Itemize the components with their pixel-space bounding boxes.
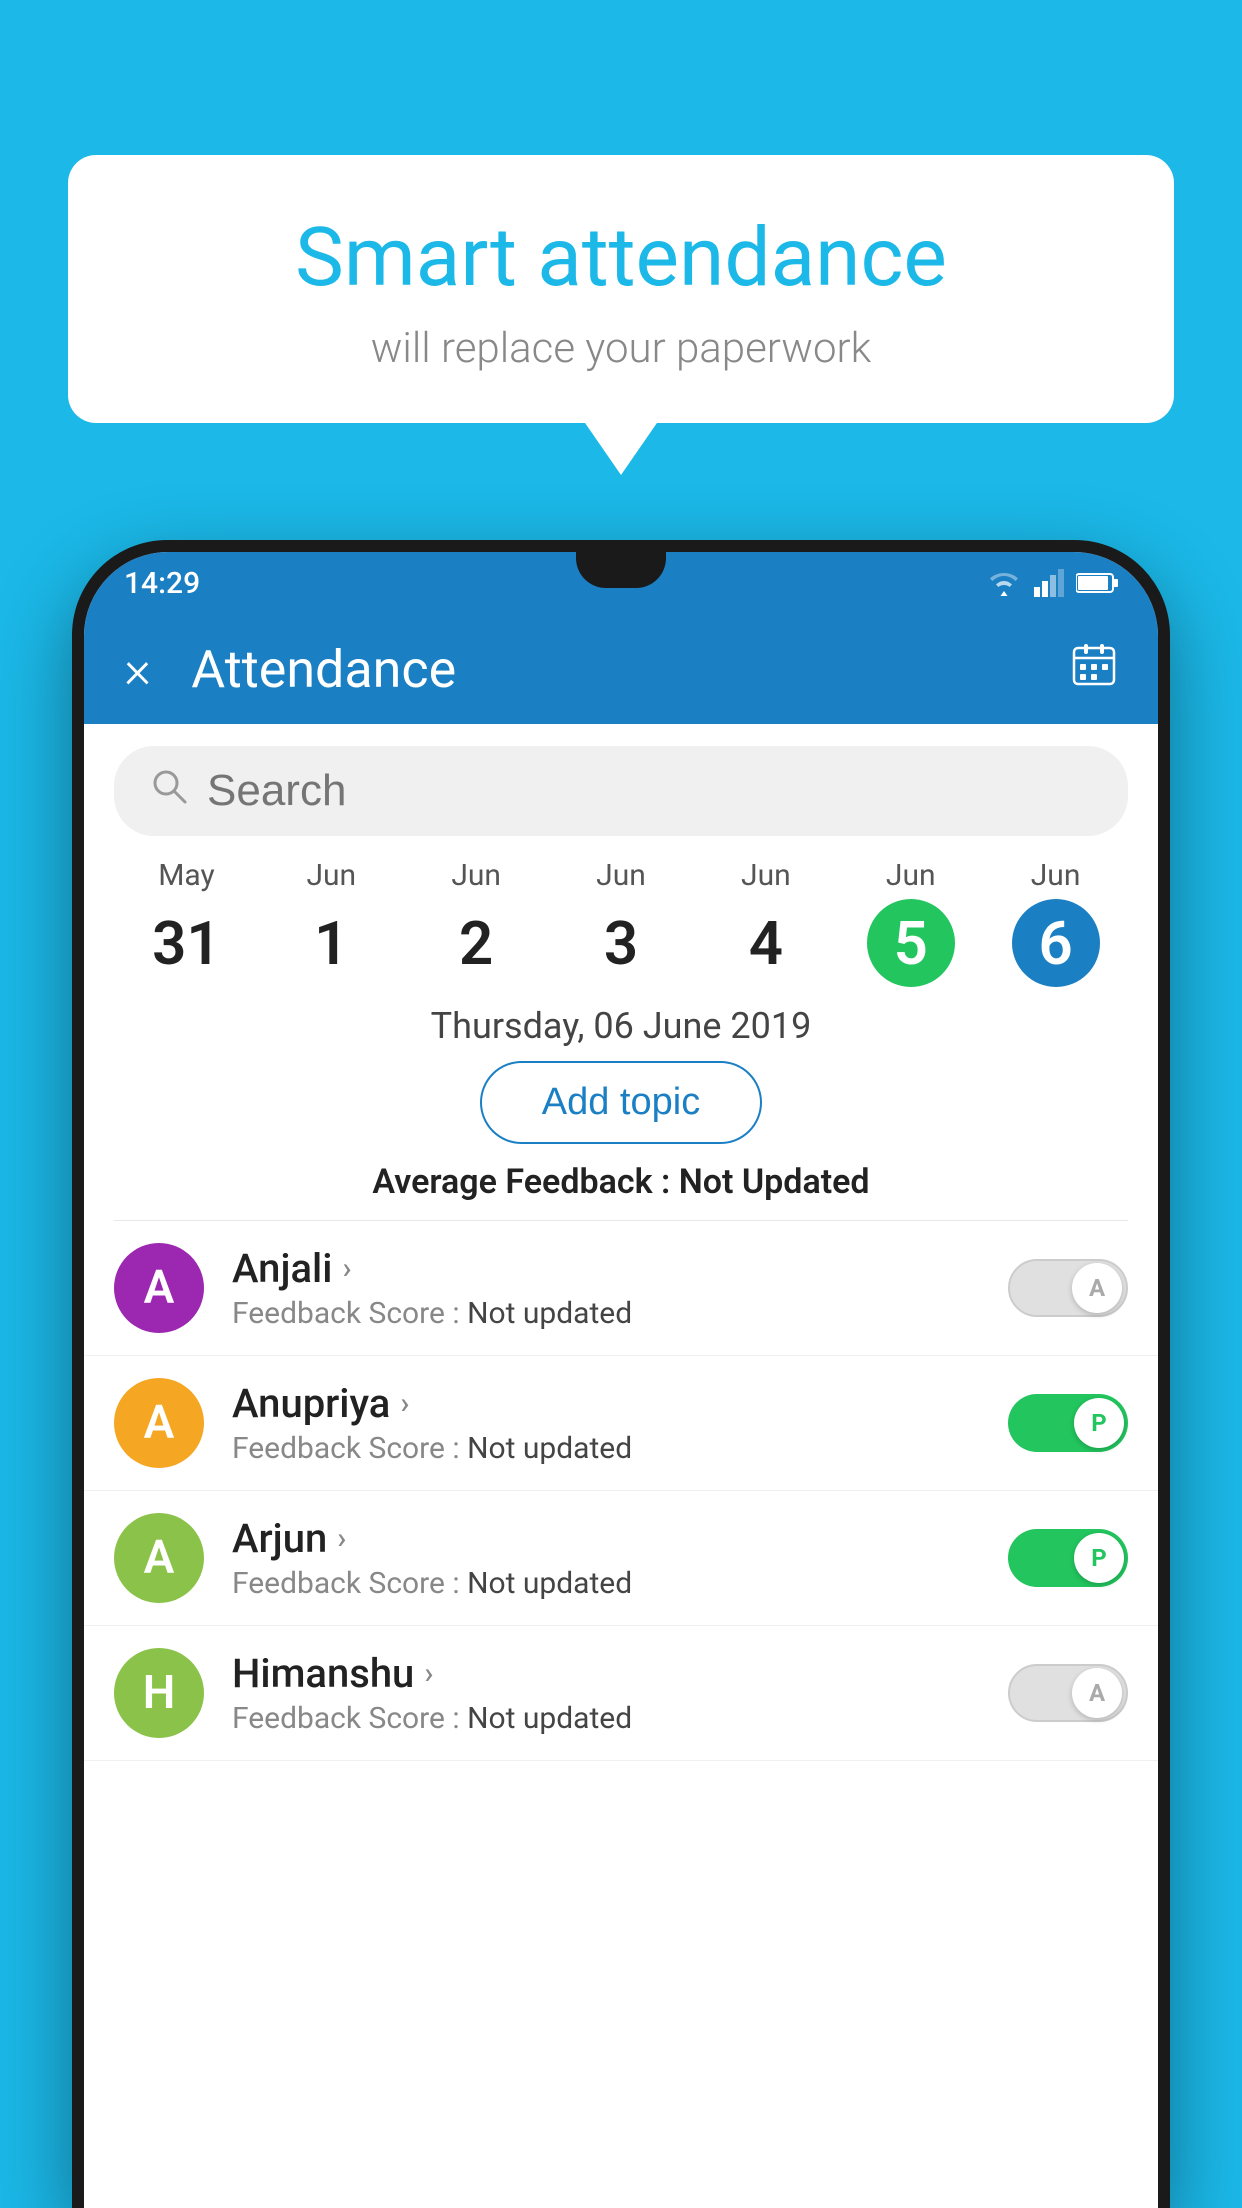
date-month: Jun xyxy=(1031,858,1081,893)
battery-icon xyxy=(1076,572,1118,594)
date-strip: May 31 Jun 1 Jun 2 Jun 3 Jun 4 Jun 5 Jun 6 xyxy=(84,858,1158,987)
date-item[interactable]: Jun 3 xyxy=(549,858,694,987)
date-day[interactable]: 2 xyxy=(432,899,520,987)
selected-date-label: Thursday, 06 June 2019 xyxy=(84,1005,1158,1047)
calendar-icon[interactable] xyxy=(1070,640,1118,699)
speech-bubble-subtitle: will replace your paperwork xyxy=(128,324,1114,373)
date-month: Jun xyxy=(886,858,936,893)
speech-bubble: Smart attendance will replace your paper… xyxy=(68,155,1174,423)
close-button[interactable]: × xyxy=(124,639,151,700)
student-avatar: A xyxy=(114,1378,204,1468)
speech-bubble-title: Smart attendance xyxy=(128,210,1114,306)
search-icon xyxy=(149,766,189,817)
date-month: Jun xyxy=(741,858,791,893)
student-feedback: Feedback Score : Not updated xyxy=(232,1566,980,1601)
phone-inner: 14:29 xyxy=(84,552,1158,2208)
attendance-toggle[interactable]: A xyxy=(1008,1259,1128,1317)
app-bar-title: Attendance xyxy=(191,639,1070,700)
date-month: Jun xyxy=(596,858,646,893)
app-bar: × Attendance xyxy=(84,614,1158,724)
date-day[interactable]: 5 xyxy=(867,899,955,987)
status-time: 14:29 xyxy=(124,566,200,601)
date-item[interactable]: Jun 1 xyxy=(259,858,404,987)
phone-frame: 14:29 xyxy=(72,540,1170,2208)
student-info: Anupriya › Feedback Score : Not updated xyxy=(232,1380,980,1466)
student-avatar: A xyxy=(114,1513,204,1603)
student-name[interactable]: Himanshu › xyxy=(232,1650,980,1697)
search-input[interactable] xyxy=(207,766,1093,816)
student-feedback: Feedback Score : Not updated xyxy=(232,1701,980,1736)
attendance-toggle[interactable]: A xyxy=(1008,1664,1128,1722)
student-name[interactable]: Anjali › xyxy=(232,1245,980,1292)
wifi-icon xyxy=(986,569,1022,597)
avg-feedback: Average Feedback : Not Updated xyxy=(84,1162,1158,1202)
date-day[interactable]: 3 xyxy=(577,899,665,987)
date-item[interactable]: Jun 4 xyxy=(693,858,838,987)
date-day[interactable]: 6 xyxy=(1012,899,1100,987)
student-row: A Anjali › Feedback Score : Not updated A xyxy=(84,1221,1158,1356)
student-feedback: Feedback Score : Not updated xyxy=(232,1431,980,1466)
student-info: Arjun › Feedback Score : Not updated xyxy=(232,1515,980,1601)
student-info: Anjali › Feedback Score : Not updated xyxy=(232,1245,980,1331)
date-month: Jun xyxy=(451,858,501,893)
search-bar[interactable] xyxy=(114,746,1128,836)
attendance-toggle[interactable]: P xyxy=(1008,1529,1128,1587)
student-avatar: H xyxy=(114,1648,204,1738)
date-item[interactable]: Jun 2 xyxy=(404,858,549,987)
student-list: AAnjali ›Feedback Score : Not updatedAAA… xyxy=(84,1221,1158,1761)
student-row: H Himanshu › Feedback Score : Not updated A xyxy=(84,1626,1158,1761)
date-item[interactable]: Jun 5 xyxy=(838,858,983,987)
date-month: Jun xyxy=(306,858,356,893)
student-row: A Anupriya › Feedback Score : Not updated P xyxy=(84,1356,1158,1491)
student-feedback: Feedback Score : Not updated xyxy=(232,1296,980,1331)
signal-icon xyxy=(1034,569,1064,597)
student-name[interactable]: Arjun › xyxy=(232,1515,980,1562)
add-topic-button[interactable]: Add topic xyxy=(480,1061,762,1144)
date-month: May xyxy=(158,858,214,893)
date-day[interactable]: 31 xyxy=(142,899,230,987)
student-row: A Arjun › Feedback Score : Not updated P xyxy=(84,1491,1158,1626)
status-bar: 14:29 xyxy=(84,552,1158,614)
notch xyxy=(576,552,666,588)
student-info: Himanshu › Feedback Score : Not updated xyxy=(232,1650,980,1736)
attendance-toggle[interactable]: P xyxy=(1008,1394,1128,1452)
date-item[interactable]: May 31 xyxy=(114,858,259,987)
date-day[interactable]: 1 xyxy=(287,899,375,987)
date-item[interactable]: Jun 6 xyxy=(983,858,1128,987)
date-day[interactable]: 4 xyxy=(722,899,810,987)
student-avatar: A xyxy=(114,1243,204,1333)
status-icons xyxy=(986,569,1118,597)
student-name[interactable]: Anupriya › xyxy=(232,1380,980,1427)
